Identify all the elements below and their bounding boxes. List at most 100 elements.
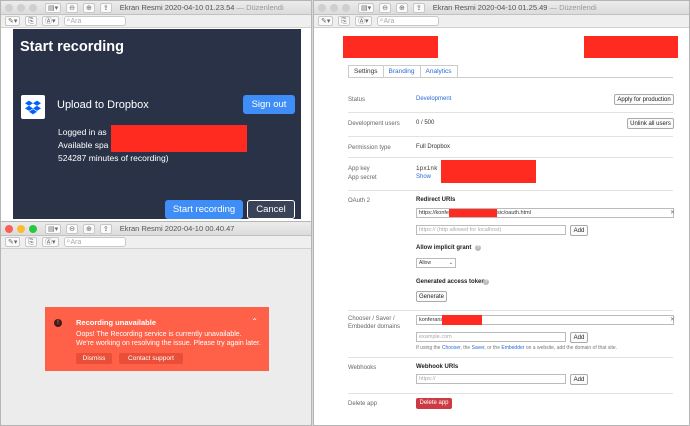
preview-window-3: ▤▾ ⊖ ⊕ ⇪ Ekran Resmi 2020-04-10 01.25.49… xyxy=(313,0,690,426)
delete-app-button[interactable]: Delete app xyxy=(416,398,452,409)
preview-toolbar: ✎▾ ⎘ Ⓐ▾ ⌕ Ara xyxy=(1,236,311,249)
markup-pen-icon[interactable]: ✎▾ xyxy=(318,16,334,26)
delete-app-label: Delete app xyxy=(348,401,378,407)
window-title: Ekran Resmi 2020-04-10 01.25.49 — Düzenl… xyxy=(432,3,597,12)
share-icon[interactable]: ⇪ xyxy=(99,2,112,13)
traffic-lights[interactable] xyxy=(5,3,37,12)
markup-pen-icon[interactable]: ✎▾ xyxy=(5,16,21,26)
zoom-in-icon[interactable]: ⊕ xyxy=(396,2,408,13)
zoom-out-icon[interactable]: ⊖ xyxy=(66,223,79,234)
share-icon[interactable]: ⇪ xyxy=(412,2,425,13)
divider xyxy=(348,310,673,311)
rotate-icon[interactable]: ⎘ xyxy=(338,16,350,26)
share-icon[interactable]: ⇪ xyxy=(99,223,112,234)
info-icon[interactable]: ? xyxy=(475,245,481,251)
markup-icon[interactable]: Ⓐ▾ xyxy=(355,16,372,26)
divider xyxy=(348,357,673,358)
start-recording-button[interactable]: Start recording xyxy=(165,200,243,219)
alert-icon: ! xyxy=(54,319,62,327)
tab-branding[interactable]: Branding xyxy=(382,65,421,77)
redaction-box xyxy=(584,36,678,58)
redirect-uris-title: Redirect URIs xyxy=(416,197,456,203)
alert-message: Oops! The Recording service is currently… xyxy=(76,331,261,347)
image-area: ! Recording unavailable ⌃ Oops! The Reco… xyxy=(1,250,311,425)
redaction-box xyxy=(441,160,536,183)
markup-icon[interactable]: Ⓐ▾ xyxy=(42,237,59,247)
sidebar-toggle-icon[interactable]: ▤▾ xyxy=(45,223,62,234)
dropbox-logo-icon xyxy=(21,95,45,119)
markup-icon[interactable]: Ⓐ▾ xyxy=(42,16,59,26)
redirect-uri-input[interactable]: https:// (http allowed for localhost) xyxy=(416,225,566,235)
divider xyxy=(348,393,673,394)
webhooks-label: Webhooks xyxy=(348,365,377,371)
tab-settings[interactable]: Settings xyxy=(348,65,384,77)
preview-window-1: ▤▾ ⊖ ⊕ ⇪ Ekran Resmi 2020-04-10 01.23.54… xyxy=(0,0,312,225)
generate-token-button[interactable]: Generate xyxy=(416,291,447,302)
unlink-users-button[interactable]: Unlink all users xyxy=(627,118,674,129)
embedder-link[interactable]: Embedder xyxy=(501,345,524,351)
webhook-input[interactable]: https:// xyxy=(416,374,566,384)
status-value[interactable]: Development xyxy=(416,96,451,102)
chevron-up-icon[interactable]: ⌃ xyxy=(251,317,258,326)
sidebar-toggle-icon[interactable]: ▤▾ xyxy=(358,2,375,13)
traffic-lights[interactable] xyxy=(318,3,350,12)
service-title: Upload to Dropbox xyxy=(57,99,149,111)
preview-window-2: ▤▾ ⊖ ⊕ ⇪ Ekran Resmi 2020-04-10 00.40.47… xyxy=(0,221,312,426)
access-token-title: Generated access token xyxy=(416,279,486,285)
divider xyxy=(348,112,673,113)
available-text: Available spa xyxy=(58,140,109,150)
chooser-label: Chooser / Saver / Embedder domains xyxy=(348,316,401,330)
dev-users-label: Development users xyxy=(348,121,400,127)
dismiss-button[interactable]: Dismiss xyxy=(76,353,112,364)
search-input[interactable]: ⌕ Ara xyxy=(63,16,126,26)
chooser-note: If using the Chooser, the Saver, or the … xyxy=(416,345,618,351)
sidebar-toggle-icon[interactable]: ▤▾ xyxy=(45,2,62,13)
titlebar: ▤▾ ⊖ ⊕ ⇪ Ekran Resmi 2020-04-10 00.40.47 xyxy=(1,222,311,236)
titlebar: ▤▾ ⊖ ⊕ ⇪ Ekran Resmi 2020-04-10 01.23.54… xyxy=(1,1,311,15)
settings-tabs: Settings Branding Analytics xyxy=(348,65,458,77)
add-redirect-button[interactable]: Add xyxy=(570,225,588,236)
redirect-uri-item: https://konfe sic/oauth.html xyxy=(416,208,674,218)
redaction-box xyxy=(343,36,438,58)
rotate-icon[interactable]: ⎘ xyxy=(25,16,37,26)
contact-support-button[interactable]: Contact support xyxy=(119,353,183,364)
permission-value: Full Dropbox xyxy=(416,144,451,150)
domain-input[interactable]: example.com xyxy=(416,332,566,342)
zoom-in-icon[interactable]: ⊕ xyxy=(83,2,95,13)
recorder-panel: Start recording Upload to Dropbox Sign o… xyxy=(13,29,301,219)
zoom-out-icon[interactable]: ⊖ xyxy=(379,2,392,13)
remove-icon[interactable]: ✕ xyxy=(670,209,675,216)
implicit-grant-title: Allow implicit grant xyxy=(416,245,472,251)
alert-title: Recording unavailable xyxy=(76,318,157,327)
tab-analytics[interactable]: Analytics xyxy=(419,65,458,77)
search-input[interactable]: ⌕ Ara xyxy=(63,237,126,247)
preview-toolbar: ✎▾ ⎘ Ⓐ▾ ⌕ Ara xyxy=(314,15,689,28)
add-webhook-button[interactable]: Add xyxy=(570,374,588,385)
window-title: Ekran Resmi 2020-04-10 00.40.47 xyxy=(119,224,235,233)
search-input[interactable]: ⌕ Ara xyxy=(376,16,439,26)
titlebar: ▤▾ ⊖ ⊕ ⇪ Ekran Resmi 2020-04-10 01.25.49… xyxy=(314,1,689,15)
cancel-button[interactable]: Cancel xyxy=(247,200,295,219)
tab-divider xyxy=(348,77,673,78)
divider xyxy=(348,136,673,137)
traffic-lights[interactable] xyxy=(5,224,37,233)
sign-out-button[interactable]: Sign out xyxy=(243,95,295,114)
markup-pen-icon[interactable]: ✎▾ xyxy=(5,237,21,247)
rotate-icon[interactable]: ⎘ xyxy=(25,237,37,247)
divider xyxy=(348,157,673,158)
add-domain-button[interactable]: Add xyxy=(570,332,588,343)
app-key-label: App key xyxy=(348,166,370,172)
oauth-label: OAuth 2 xyxy=(348,198,371,204)
show-secret-link[interactable]: Show xyxy=(416,174,431,180)
logged-in-text: Logged in as xyxy=(58,127,107,137)
error-alert: ! Recording unavailable ⌃ Oops! The Reco… xyxy=(45,307,269,371)
zoom-in-icon[interactable]: ⊕ xyxy=(83,223,95,234)
implicit-grant-select[interactable]: Allow ⌄ xyxy=(416,258,456,268)
saver-link[interactable]: Saver xyxy=(472,345,485,351)
zoom-out-icon[interactable]: ⊖ xyxy=(66,2,79,13)
info-icon[interactable]: ? xyxy=(483,279,489,285)
chooser-link[interactable]: Chooser xyxy=(442,345,461,351)
remove-icon[interactable]: ✕ xyxy=(670,316,675,323)
apply-production-button[interactable]: Apply for production xyxy=(614,94,674,105)
redaction-box xyxy=(111,125,247,152)
